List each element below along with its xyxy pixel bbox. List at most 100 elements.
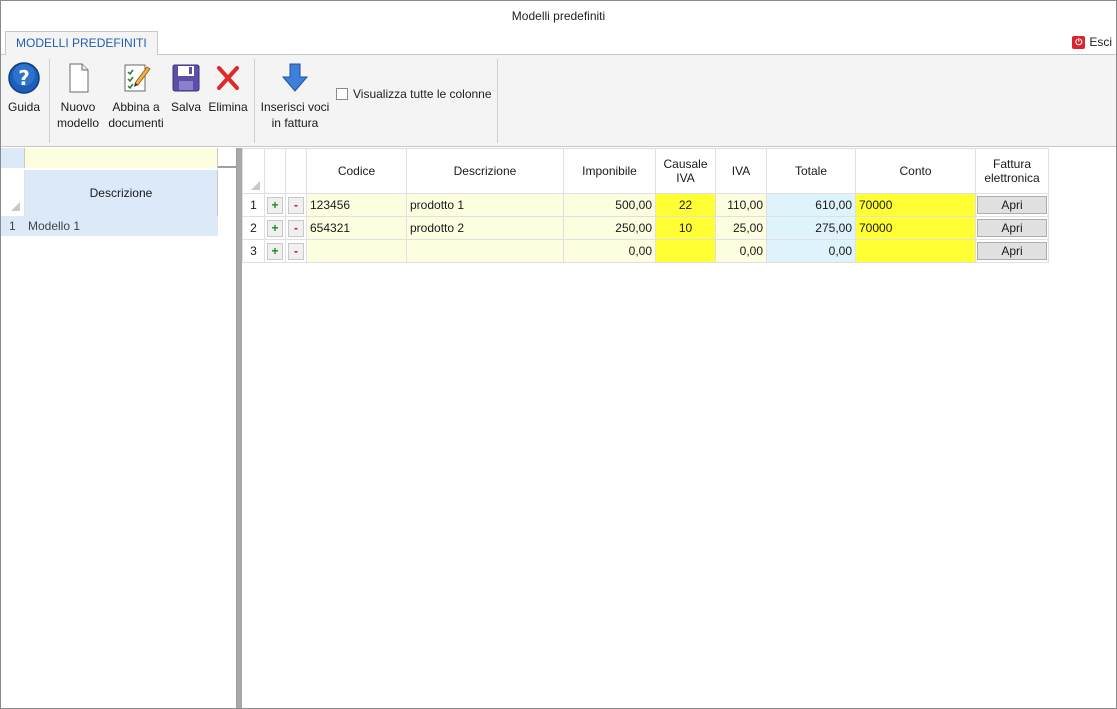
add-row-button[interactable]: + [267,196,283,214]
save-button[interactable]: Salva [169,61,203,115]
link-documents-label-2: documenti [108,116,164,130]
grid-header-row: Codice Descrizione Imponibile Causale IVA… [242,148,1049,194]
grid-header-add [264,148,286,194]
new-document-icon [61,61,95,95]
add-row-cell: + [264,216,286,240]
add-row-cell: + [264,239,286,263]
models-filter-row [1,148,237,168]
cell-codice[interactable]: 123456 [306,193,407,217]
delete-button[interactable]: Elimina [207,61,249,115]
models-header-corner [1,170,25,216]
cell-totale: 275,00 [766,216,856,240]
cell-conto[interactable]: 70000 [855,216,976,240]
link-documents-label-1: Abbina a [112,100,160,114]
cell-codice[interactable] [306,239,407,263]
column-header-descrizione[interactable]: Descrizione [406,148,564,194]
column-header-codice[interactable]: Codice [306,148,407,194]
show-all-columns-toggle[interactable]: Visualizza tutte le colonne [336,87,492,101]
save-label: Salva [170,100,202,114]
app-window: Modelli predefiniti MODELLI PREDEFINITI … [0,0,1117,709]
cell-fattura: Apri [975,239,1049,263]
invoice-items-grid: Codice Descrizione Imponibile Causale IVA… [242,148,1049,263]
column-header-causale-iva[interactable]: Causale IVA [655,148,716,194]
toolbar-separator [254,59,255,143]
causale-label-1: Causale [663,157,708,171]
exit-button[interactable]: ⏻ Esci [1072,35,1112,49]
models-list-header: Descrizione [1,170,237,216]
grid-header-remove [285,148,307,194]
models-list-row[interactable]: 1 Modello 1 [1,216,218,236]
window-title: Modelli predefiniti [1,1,1116,31]
open-invoice-button[interactable]: Apri [977,196,1047,214]
table-row: 3 + - 0,00 0,00 0,00 Apri [242,239,1049,263]
cell-causale-iva[interactable]: 10 [655,216,716,240]
new-model-label-2: modello [56,116,100,130]
table-row: 1 + - 123456 prodotto 1 500,00 22 110,00… [242,193,1049,217]
link-documents-button[interactable]: Abbina a documenti [105,61,167,131]
cell-descrizione[interactable]: prodotto 2 [406,216,564,240]
cell-codice[interactable]: 654321 [306,216,407,240]
remove-row-cell: - [285,239,307,263]
delete-label: Elimina [208,100,248,114]
remove-row-button[interactable]: - [288,219,304,237]
row-number: 2 [242,216,265,240]
column-header-iva[interactable]: IVA [715,148,767,194]
add-row-cell: + [264,193,286,217]
fattura-label-1: Fattura [992,157,1031,171]
toolbar-separator [49,59,50,143]
cell-causale-iva[interactable]: 22 [655,193,716,217]
remove-row-button[interactable]: - [288,196,304,214]
insert-into-invoice-button[interactable]: Inserisci voci in fattura [259,61,331,131]
cell-iva[interactable]: 25,00 [715,216,767,240]
remove-row-cell: - [285,216,307,240]
show-all-columns-checkbox[interactable] [336,88,348,100]
new-model-button[interactable]: Nuovo modello [55,61,101,131]
new-model-label-1: Nuovo [60,100,96,114]
cell-iva[interactable]: 0,00 [715,239,767,263]
column-header-conto[interactable]: Conto [855,148,976,194]
cell-conto[interactable]: 70000 [855,193,976,217]
add-row-button[interactable]: + [267,219,283,237]
corner-triangle-icon [251,181,260,190]
toolbar-separator [497,59,498,143]
models-column-descrizione[interactable]: Descrizione [25,170,218,216]
cell-descrizione[interactable]: prodotto 1 [406,193,564,217]
help-label: Guida [7,100,41,114]
cell-totale: 0,00 [766,239,856,263]
cell-causale-iva[interactable] [655,239,716,263]
column-header-fattura-elettronica[interactable]: Fattura elettronica [975,148,1049,194]
column-header-imponibile[interactable]: Imponibile [563,148,656,194]
remove-row-button[interactable]: - [288,242,304,260]
row-number: 1 [242,193,265,217]
help-button[interactable]: ? Guida [7,61,41,115]
cell-totale: 610,00 [766,193,856,217]
causale-label-2: IVA [676,171,695,185]
models-filter-input[interactable] [25,148,218,168]
table-row: 2 + - 654321 prodotto 2 250,00 10 25,00 … [242,216,1049,240]
open-invoice-button[interactable]: Apri [977,219,1047,237]
fattura-label-2: elettronica [984,171,1040,185]
insert-into-invoice-label-1: Inserisci voci [260,100,330,114]
cell-fattura: Apri [975,216,1049,240]
open-invoice-button[interactable]: Apri [977,242,1047,260]
row-number: 3 [242,239,265,263]
help-icon: ? [7,61,41,95]
cell-descrizione[interactable] [406,239,564,263]
svg-text:?: ? [18,66,30,90]
cell-conto[interactable] [855,239,976,263]
remove-row-cell: - [285,193,307,217]
filter-row-selector[interactable] [1,148,25,168]
arrow-down-icon [278,61,312,95]
show-all-columns-label: Visualizza tutte le colonne [353,87,492,101]
models-list-panel: Descrizione 1 Modello 1 [1,148,237,708]
column-header-totale[interactable]: Totale [766,148,856,194]
floppy-disk-icon [169,61,203,95]
add-row-button[interactable]: + [267,242,283,260]
cell-iva[interactable]: 110,00 [715,193,767,217]
tab-modelli-predefiniti[interactable]: MODELLI PREDEFINITI [5,31,158,56]
cell-imponibile[interactable]: 250,00 [563,216,656,240]
cell-imponibile[interactable]: 0,00 [563,239,656,263]
corner-triangle-icon [11,202,20,211]
cell-imponibile[interactable]: 500,00 [563,193,656,217]
ribbon-toolbar: ? Guida Nuovo modello Abbina a documenti… [1,55,1116,147]
